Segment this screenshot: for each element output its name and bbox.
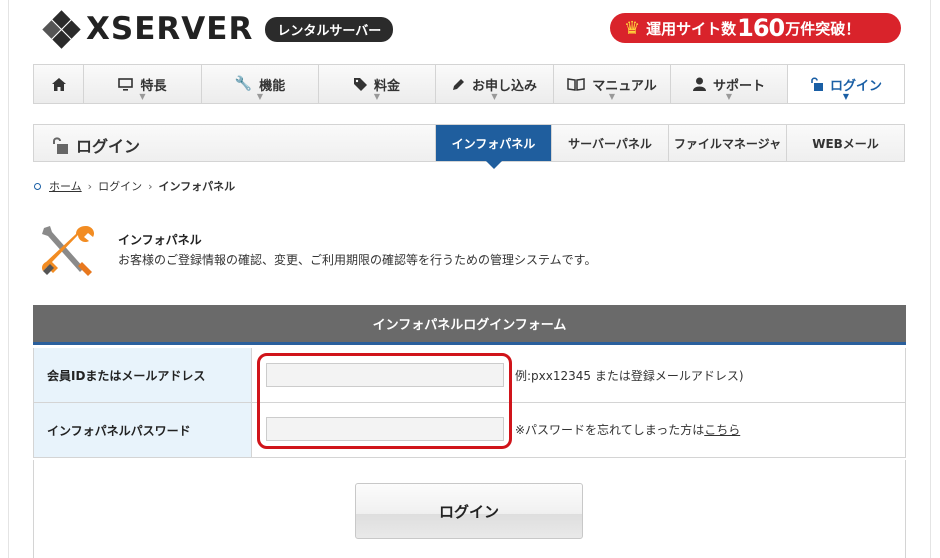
breadcrumb-login: ログイン: [98, 180, 143, 193]
page-border-right: [930, 0, 931, 558]
forgot-password-link[interactable]: こちら: [704, 423, 740, 437]
id-label: 会員IDまたはメールアドレス: [34, 348, 252, 402]
chevron-down-icon: ▼: [256, 92, 264, 101]
nav-apply[interactable]: お申し込み ▼: [436, 65, 554, 103]
intro-title: インフォパネル: [118, 233, 202, 247]
nav-manual[interactable]: マニュアル ▼: [554, 65, 671, 103]
monitor-icon: [118, 77, 134, 91]
book-icon: [567, 77, 585, 91]
nav-home[interactable]: [34, 65, 84, 103]
home-icon: [51, 77, 66, 91]
nav-pricing-label: 料金: [373, 78, 400, 94]
member-id-input[interactable]: [266, 363, 504, 387]
logo-diamond-icon: [42, 10, 81, 49]
nav-features[interactable]: 特長 ▼: [84, 65, 202, 103]
nav-features-label: 特長: [140, 78, 167, 94]
logo-badge: レンタルサーバー: [265, 16, 394, 42]
nav-support-label: サポート: [712, 78, 765, 94]
form-row-password: インフォパネルパスワード ※パスワードを忘れてしまった方はこちら: [34, 403, 905, 458]
tag-icon: [353, 77, 367, 91]
chevron-down-icon: ▼: [373, 92, 381, 101]
chevron-right-icon: ›: [87, 179, 93, 193]
password-hint-text: ※パスワードを忘れてしまった方は: [515, 423, 705, 437]
password-field-cell: ※パスワードを忘れてしまった方はこちら: [252, 403, 905, 457]
nav-pricing[interactable]: 料金 ▼: [319, 65, 436, 103]
promo-prefix: 運用サイト数: [646, 19, 737, 38]
password-hint: ※パスワードを忘れてしまった方はこちら: [515, 421, 740, 438]
tab-info-panel[interactable]: インフォパネル: [435, 125, 551, 161]
password-input[interactable]: [266, 417, 504, 441]
user-icon: [692, 77, 706, 91]
chevron-down-icon: ▼: [139, 92, 146, 101]
form-row-id: 会員IDまたはメールアドレス 例:pxx12345 または登録メールアドレス): [34, 348, 905, 403]
id-hint: 例:pxx12345 または登録メールアドレス): [515, 369, 744, 383]
chevron-down-icon: ▼: [842, 92, 850, 101]
breadcrumb-home[interactable]: ホーム: [49, 178, 82, 194]
logo-text: XSERVER: [86, 11, 254, 47]
panel-tabs: インフォパネル サーバーパネル ファイルマネージャ WEBメール: [435, 125, 904, 161]
page-border-left: [8, 0, 9, 558]
nav-functions[interactable]: 🔧 機能 ▼: [202, 65, 319, 103]
nav-apply-label: お申し込み: [471, 78, 537, 94]
login-form: 会員IDまたはメールアドレス 例:pxx12345 または登録メールアドレス) …: [33, 348, 906, 458]
promo-suffix: 万件突破！: [785, 19, 861, 38]
nav-support[interactable]: サポート ▼: [671, 65, 788, 103]
crown-icon: ♛: [624, 17, 641, 39]
chevron-down-icon: ▼: [491, 92, 498, 101]
site-logo[interactable]: XSERVER レンタルサーバー: [42, 10, 394, 49]
login-button[interactable]: ログイン: [355, 483, 583, 539]
page-title-text: ログイン: [76, 137, 141, 156]
password-label: インフォパネルパスワード: [34, 403, 252, 457]
pen-icon: [452, 78, 464, 90]
sub-header: ログイン インフォパネル サーバーパネル ファイルマネージャ WEBメール: [33, 124, 905, 162]
intro-description: お客様のご登録情報の確認、変更、ご利用期限の確認等を行うための管理システムです。: [118, 253, 597, 267]
promo-number: 160: [737, 14, 785, 42]
unlock-icon: [811, 77, 823, 91]
circle-bullet-icon: [34, 182, 41, 190]
wrench-icon: 🔧: [234, 76, 253, 92]
tools-icon: [42, 226, 95, 276]
nav-login[interactable]: ログイン ▼: [788, 65, 904, 103]
breadcrumb: ホーム › ログイン › インフォパネル: [34, 178, 235, 194]
main-nav: 特長 ▼ 🔧 機能 ▼ 料金 ▼ お申し込み ▼ マニュアル ▼ サポート ▼ …: [33, 64, 905, 104]
chevron-down-icon: ▼: [608, 92, 616, 101]
nav-manual-label: マニュアル: [592, 78, 657, 94]
breadcrumb-current: インフォパネル: [158, 180, 236, 193]
tab-file-manager[interactable]: ファイルマネージャ: [668, 125, 786, 161]
tab-server-panel[interactable]: サーバーパネル: [551, 125, 668, 161]
submit-area: ログイン: [33, 460, 906, 558]
chevron-right-icon: ›: [148, 179, 153, 193]
promo-banner: ♛ 運用サイト数 160 万件突破！: [610, 13, 901, 43]
id-field-cell: 例:pxx12345 または登録メールアドレス): [252, 348, 905, 402]
form-heading: インフォパネルログインフォーム: [33, 305, 906, 345]
page-title: ログイン: [52, 133, 140, 157]
tab-webmail[interactable]: WEBメール: [786, 125, 904, 161]
unlock-icon: [53, 136, 68, 154]
nav-functions-label: 機能: [259, 78, 286, 94]
nav-login-label: ログイン: [829, 78, 882, 94]
chevron-down-icon: ▼: [725, 92, 733, 101]
